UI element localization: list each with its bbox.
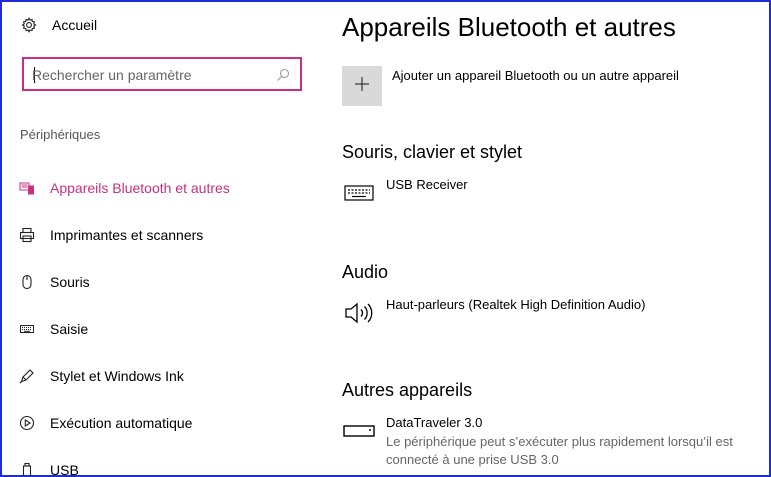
- home-label: Accueil: [52, 17, 98, 33]
- pen-icon: [18, 367, 36, 385]
- sidebar: Accueil Périphériques: [4, 4, 314, 477]
- device-description: Le périphérique peut s’exécuter plus rap…: [386, 434, 733, 467]
- sidebar-item-bluetooth-devices[interactable]: Appareils Bluetooth et autres: [18, 164, 308, 211]
- sidebar-item-label: Imprimantes et scanners: [50, 226, 204, 243]
- search-box[interactable]: [22, 57, 302, 91]
- sidebar-item-autoplay[interactable]: Exécution automatique: [18, 399, 308, 446]
- sidebar-item-mouse[interactable]: Souris: [18, 258, 308, 305]
- sidebar-item-typing[interactable]: Saisie: [18, 305, 308, 352]
- usb-drive-icon: [342, 419, 376, 443]
- device-name: Haut-parleurs (Realtek High Definition A…: [386, 297, 646, 312]
- bluetooth-devices-icon: [18, 179, 36, 197]
- device-name: DataTraveler 3.0: [386, 415, 483, 430]
- keyboard-icon: [342, 181, 376, 205]
- sidebar-item-label: Stylet et Windows Ink: [50, 367, 184, 384]
- device-name: USB Receiver: [386, 177, 468, 192]
- usb-icon: [18, 461, 36, 475]
- sidebar-item-label: USB: [50, 461, 79, 477]
- sidebar-item-pen[interactable]: Stylet et Windows Ink: [18, 352, 308, 399]
- settings-window: Accueil Périphériques: [0, 0, 771, 477]
- add-device-label[interactable]: Ajouter un appareil Bluetooth ou un autr…: [392, 68, 679, 83]
- section-title-peripherals: Périphériques: [20, 127, 101, 142]
- sidebar-item-label: Souris: [50, 273, 90, 290]
- search-input[interactable]: [32, 65, 262, 85]
- add-device-button[interactable]: [342, 66, 382, 106]
- sidebar-item-usb[interactable]: USB: [18, 446, 308, 477]
- mouse-icon: [18, 273, 36, 291]
- sidebar-item-label: Saisie: [50, 320, 89, 337]
- main-content: Appareils Bluetooth et autres Ajouter un…: [342, 4, 767, 475]
- sidebar-nav: Appareils Bluetooth et autres Imprimante…: [18, 164, 308, 477]
- printer-icon: [18, 226, 36, 244]
- speaker-icon: [342, 301, 376, 325]
- group-title-mouse-keyboard-pen: Souris, clavier et stylet: [342, 142, 523, 162]
- group-title-audio: Audio: [342, 262, 389, 282]
- gear-icon: [20, 16, 38, 34]
- page-title: Appareils Bluetooth et autres: [342, 12, 676, 42]
- sidebar-item-label: Appareils Bluetooth et autres: [50, 179, 230, 196]
- sidebar-item-printers[interactable]: Imprimantes et scanners: [18, 211, 308, 258]
- sidebar-item-label: Exécution automatique: [50, 414, 193, 431]
- autoplay-icon: [18, 414, 36, 432]
- keyboard-icon: [18, 320, 36, 338]
- group-title-other-devices: Autres appareils: [342, 380, 473, 400]
- home-link[interactable]: Accueil: [20, 16, 97, 34]
- plus-icon: [353, 75, 371, 98]
- search-icon[interactable]: [274, 66, 292, 84]
